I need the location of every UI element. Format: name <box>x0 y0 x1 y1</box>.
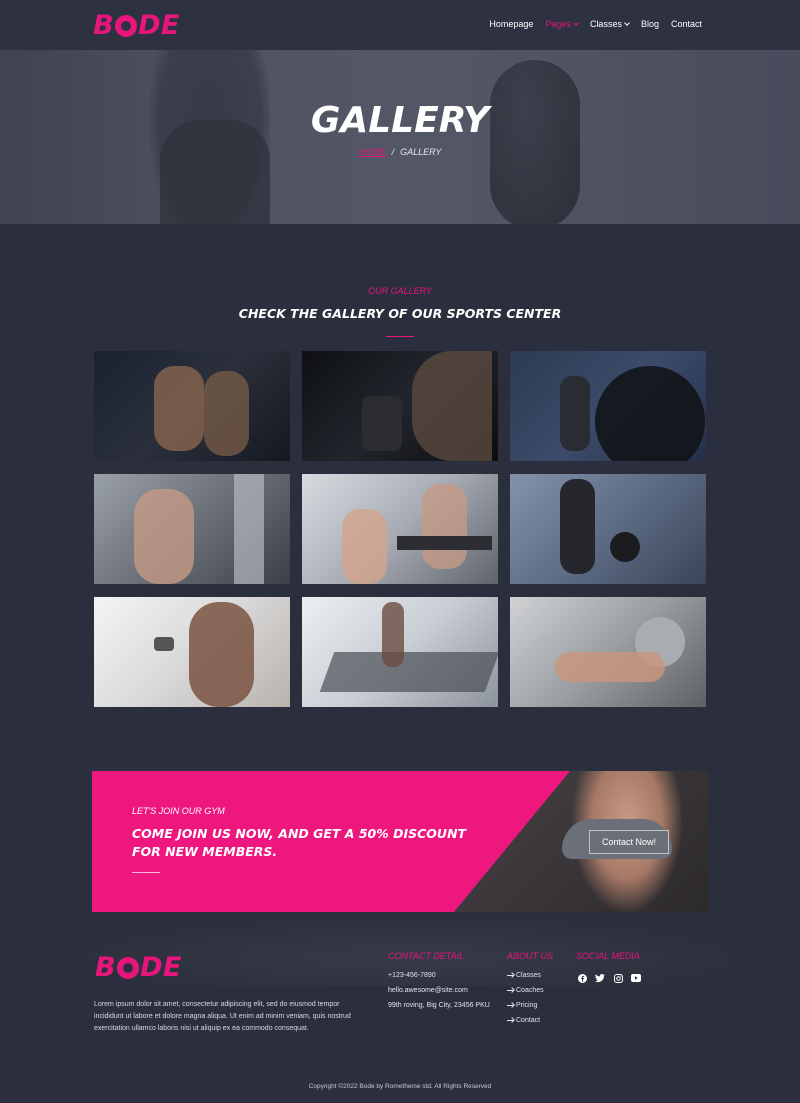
figure-shape <box>422 484 467 569</box>
contact-address: 99th roving, Big City, 23456 PKU <box>388 1002 490 1009</box>
promo-eyebrow: LET'S JOIN OUR GYM <box>132 806 225 816</box>
gallery-eyebrow: OUR GALLERY <box>368 286 432 296</box>
top-navigation: B DE Homepage Pages Classes Blog Contact <box>0 0 800 50</box>
gallery-image-battle-ropes[interactable] <box>510 474 706 584</box>
footer-link-contact[interactable]: Contact <box>507 1017 540 1024</box>
weight-plate-shape <box>610 532 640 562</box>
nav-label: Pages <box>545 19 571 29</box>
logo-letter-b: B <box>93 10 115 41</box>
logo-letters-de: DE <box>140 952 182 983</box>
nav-item-contact[interactable]: Contact <box>671 19 702 29</box>
figure-shape <box>154 366 204 451</box>
figure-shape <box>382 602 404 667</box>
treadmill-shape <box>319 652 498 692</box>
logo-letters-de: DE <box>138 10 180 41</box>
logo-letter-b: B <box>95 952 117 983</box>
promo-divider <box>132 872 160 873</box>
social-media-heading: SOCIAL MEDIA <box>576 951 640 961</box>
gallery-title: CHECK THE GALLERY OF OUR SPORTS CENTER <box>238 306 562 321</box>
gallery-image-leg-machine[interactable] <box>302 474 498 584</box>
breadcrumb-current: GALLERY <box>400 147 442 157</box>
figure-shape <box>560 479 595 574</box>
page-hero-banner: GALLERY HOME / GALLERY <box>0 50 800 224</box>
join-promo-banner: LET'S JOIN OUR GYM COME JOIN US NOW, AND… <box>92 771 708 912</box>
gallery-image-two-men-lifting[interactable] <box>94 351 290 461</box>
breadcrumb: HOME / GALLERY <box>0 147 800 157</box>
footer-link-pricing[interactable]: Pricing <box>507 1002 537 1009</box>
contact-detail-heading: CONTACT DETAIL <box>388 951 465 961</box>
footer-link-coaches[interactable]: Coaches <box>507 987 544 994</box>
nav-item-pages[interactable]: Pages <box>545 19 579 29</box>
chevron-down-icon <box>573 20 579 26</box>
nav-label: Contact <box>670 19 702 29</box>
footer-link-label: Classes <box>516 972 541 979</box>
nav-label: Homepage <box>489 19 534 29</box>
about-us-heading: ABOUT US <box>507 951 554 961</box>
footer-link-classes[interactable]: Classes <box>507 972 541 979</box>
figure-shape <box>189 602 254 707</box>
facebook-icon[interactable] <box>577 973 587 983</box>
contact-phone[interactable]: +123-456-7890 <box>388 972 436 979</box>
tire-shape <box>595 366 705 461</box>
nav-label: Blog <box>640 19 659 29</box>
chevron-down-icon <box>624 20 630 26</box>
machine-shape <box>397 536 492 550</box>
gallery-image-tire-flip[interactable] <box>510 351 706 461</box>
pillar-shape <box>234 474 264 584</box>
footer-link-label: Pricing <box>516 1002 538 1009</box>
figure-shape <box>412 351 492 461</box>
footer-link-label: Coaches <box>516 987 544 994</box>
footer-about-text: Lorem ipsum dolor sit amet, consectetur … <box>94 1001 351 1032</box>
nav-label: Classes <box>589 19 622 29</box>
title-divider <box>386 336 414 337</box>
site-logo[interactable]: B DE <box>93 10 180 41</box>
figure-shape <box>342 509 387 584</box>
footer-logo[interactable]: B DE <box>95 952 182 983</box>
arrow-right-icon <box>507 975 513 976</box>
page-title: GALLERY <box>310 100 490 141</box>
figure-shape <box>134 489 194 584</box>
gallery-grid <box>94 351 706 707</box>
gallery-image-exercise-ball[interactable] <box>510 597 706 707</box>
dumbbell-shape <box>362 396 402 451</box>
breadcrumb-home-link[interactable]: HOME <box>359 147 386 157</box>
gallery-image-woman-lifting[interactable] <box>94 597 290 707</box>
nav-item-classes[interactable]: Classes <box>589 19 630 29</box>
gallery-image-tattooed-arm[interactable] <box>302 351 498 461</box>
dumbbell-shape <box>154 637 174 651</box>
twitter-icon[interactable] <box>595 973 605 983</box>
kettlebell-logo-icon <box>115 14 138 37</box>
kettlebell-logo-icon <box>117 956 140 979</box>
instagram-icon[interactable] <box>613 973 623 983</box>
arrow-right-icon <box>507 1005 513 1006</box>
main-menu: Homepage Pages Classes Blog Contact <box>477 19 702 29</box>
contact-now-button[interactable]: Contact Now! <box>589 830 669 854</box>
arrow-right-icon <box>507 990 513 991</box>
gallery-image-treadmill[interactable] <box>302 597 498 707</box>
social-links <box>577 973 641 983</box>
figure-shape <box>560 376 590 451</box>
breadcrumb-separator: / <box>391 147 395 157</box>
nav-item-blog[interactable]: Blog <box>641 19 659 29</box>
figure-shape <box>555 652 665 682</box>
youtube-icon[interactable] <box>631 973 641 983</box>
promo-title: COME JOIN US NOW, AND GET A 50% DISCOUNT… <box>132 826 467 859</box>
nav-item-homepage[interactable]: Homepage <box>489 19 533 29</box>
gallery-image-dumbbell-curl[interactable] <box>94 474 290 584</box>
contact-email[interactable]: hello.awesome@site.com <box>388 987 468 994</box>
figure-shape <box>204 371 249 456</box>
copyright-text: Copyright ©2022 Bode by Rometheme std. A… <box>308 1083 492 1090</box>
footer-link-label: Contact <box>516 1017 541 1024</box>
arrow-right-icon <box>507 1020 513 1021</box>
